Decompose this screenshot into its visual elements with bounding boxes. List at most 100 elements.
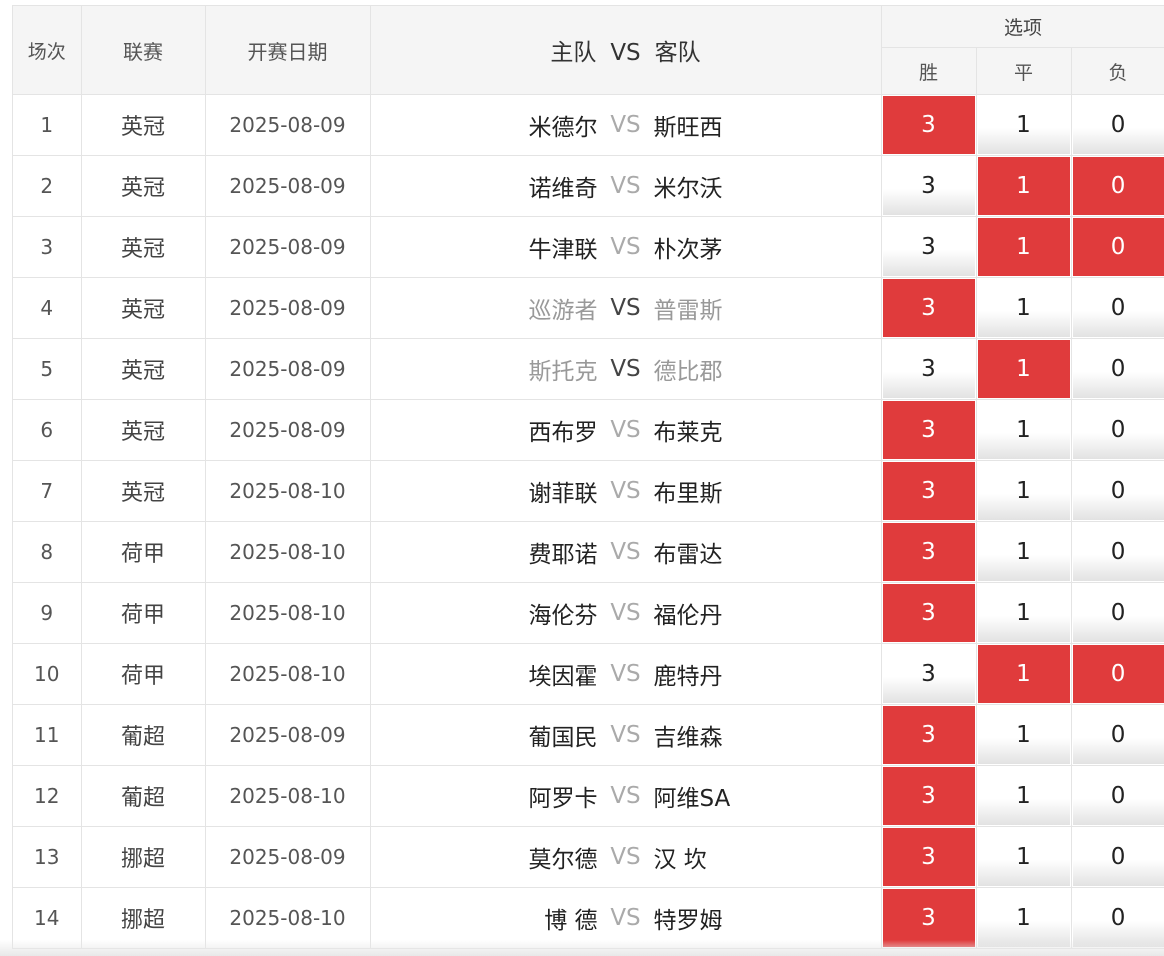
option-win-button[interactable]: 3 — [882, 218, 975, 276]
option-draw-button[interactable]: 1 — [977, 584, 1070, 642]
option-loss-button[interactable]: 0 — [1072, 96, 1164, 154]
table-row: 7 英冠 2025-08-10 谢菲联 VS 布里斯 3 1 0 — [13, 460, 1164, 522]
option-win-button[interactable]: 3 — [882, 462, 975, 520]
option-loss-button[interactable]: 0 — [1072, 584, 1164, 642]
row-date: 2025-08-10 — [205, 765, 371, 827]
option-draw-button[interactable]: 1 — [977, 462, 1070, 520]
away-team: 斯旺西 — [653, 115, 723, 141]
option-cell-win: 3 — [881, 338, 977, 400]
option-draw-button[interactable]: 1 — [977, 157, 1070, 215]
row-index: 2 — [13, 155, 82, 217]
option-loss-button[interactable]: 0 — [1072, 401, 1164, 459]
home-team: 阿罗卡 — [528, 786, 598, 812]
row-match: 莫尔德 VS 汉 坎 — [370, 826, 882, 888]
option-loss-button[interactable]: 0 — [1072, 767, 1164, 825]
option-cell-loss: 0 — [1071, 399, 1164, 461]
header-index: 场次 — [13, 6, 82, 95]
option-loss-button[interactable]: 0 — [1072, 828, 1164, 886]
vs-label: VS — [610, 905, 641, 931]
option-draw-button[interactable]: 1 — [977, 218, 1070, 276]
option-draw-button[interactable]: 1 — [977, 279, 1070, 337]
option-loss-button[interactable]: 0 — [1072, 279, 1164, 337]
row-date: 2025-08-10 — [205, 582, 371, 644]
option-cell-win: 3 — [881, 582, 977, 644]
row-date: 2025-08-09 — [205, 277, 371, 339]
away-team: 福伦丹 — [653, 603, 723, 629]
row-date: 2025-08-09 — [205, 338, 371, 400]
option-draw-button[interactable]: 1 — [977, 645, 1070, 703]
row-match: 米德尔 VS 斯旺西 — [370, 94, 882, 156]
option-cell-win: 3 — [881, 155, 977, 217]
vs-label: VS — [610, 356, 641, 382]
option-cell-draw: 1 — [976, 277, 1072, 339]
away-team: 布雷达 — [653, 542, 723, 568]
option-loss-button[interactable]: 0 — [1072, 340, 1164, 398]
row-match: 阿罗卡 VS 阿维SA — [370, 765, 882, 827]
option-draw-button[interactable]: 1 — [977, 828, 1070, 886]
option-win-button[interactable]: 3 — [882, 767, 975, 825]
option-cell-loss: 0 — [1071, 826, 1164, 888]
option-loss-button[interactable]: 0 — [1072, 218, 1164, 276]
option-win-button[interactable]: 3 — [882, 828, 975, 886]
option-cell-loss: 0 — [1071, 338, 1164, 400]
option-loss-button[interactable]: 0 — [1072, 645, 1164, 703]
option-draw-button[interactable]: 1 — [977, 523, 1070, 581]
row-league: 英冠 — [81, 338, 206, 400]
option-loss-button[interactable]: 0 — [1072, 462, 1164, 520]
table-body: 1 英冠 2025-08-09 米德尔 VS 斯旺西 3 1 0 2 英冠 2025-08-09 诺维奇… — [13, 94, 1164, 949]
option-cell-win: 3 — [881, 643, 977, 705]
option-draw-button[interactable]: 1 — [977, 889, 1070, 947]
option-win-button[interactable]: 3 — [882, 340, 975, 398]
row-match: 费耶诺 VS 布雷达 — [370, 521, 882, 583]
away-team: 汉 坎 — [653, 847, 707, 873]
scroll-fade — [0, 940, 1164, 956]
table-row: 3 英冠 2025-08-09 牛津联 VS 朴次茅 3 1 0 — [13, 216, 1164, 278]
option-cell-loss: 0 — [1071, 643, 1164, 705]
row-league: 英冠 — [81, 94, 206, 156]
vs-label: VS — [610, 661, 641, 687]
row-index: 8 — [13, 521, 82, 583]
row-match: 西布罗 VS 布莱克 — [370, 399, 882, 461]
option-draw-button[interactable]: 1 — [977, 96, 1070, 154]
row-league: 挪超 — [81, 826, 206, 888]
option-win-button[interactable]: 3 — [882, 279, 975, 337]
table-row: 9 荷甲 2025-08-10 海伦芬 VS 福伦丹 3 1 0 — [13, 582, 1164, 644]
option-cell-win: 3 — [881, 94, 977, 156]
option-win-button[interactable]: 3 — [882, 401, 975, 459]
match-table: 场次 联赛 开赛日期 主队 VS 客队 选项 胜 平 负 1 英冠 2025-08-09… — [13, 6, 1164, 949]
vs-label: VS — [610, 417, 641, 443]
row-index: 4 — [13, 277, 82, 339]
option-win-button[interactable]: 3 — [882, 96, 975, 154]
option-win-button[interactable]: 3 — [882, 523, 975, 581]
option-draw-button[interactable]: 1 — [977, 401, 1070, 459]
option-cell-draw: 1 — [976, 521, 1072, 583]
option-loss-button[interactable]: 0 — [1072, 889, 1164, 947]
match-table-container: 场次 联赛 开赛日期 主队 VS 客队 选项 胜 平 负 1 英冠 2025-08-09… — [12, 5, 1164, 949]
row-match: 埃因霍 VS 鹿特丹 — [370, 643, 882, 705]
row-date: 2025-08-10 — [205, 460, 371, 522]
table-row: 12 葡超 2025-08-10 阿罗卡 VS 阿维SA 3 1 0 — [13, 765, 1164, 827]
option-draw-button[interactable]: 1 — [977, 706, 1070, 764]
option-loss-button[interactable]: 0 — [1072, 523, 1164, 581]
option-win-button[interactable]: 3 — [882, 889, 975, 947]
home-team: 费耶诺 — [528, 542, 598, 568]
header-option-loss: 负 — [1071, 47, 1164, 95]
option-win-button[interactable]: 3 — [882, 584, 975, 642]
row-match: 谢菲联 VS 布里斯 — [370, 460, 882, 522]
option-loss-button[interactable]: 0 — [1072, 706, 1164, 764]
option-win-button[interactable]: 3 — [882, 645, 975, 703]
option-draw-button[interactable]: 1 — [977, 340, 1070, 398]
row-date: 2025-08-09 — [205, 826, 371, 888]
option-cell-win: 3 — [881, 826, 977, 888]
option-cell-win: 3 — [881, 765, 977, 827]
option-cell-draw: 1 — [976, 826, 1072, 888]
option-draw-button[interactable]: 1 — [977, 767, 1070, 825]
away-team: 米尔沃 — [653, 176, 723, 202]
option-win-button[interactable]: 3 — [882, 157, 975, 215]
option-win-button[interactable]: 3 — [882, 706, 975, 764]
row-index: 9 — [13, 582, 82, 644]
option-cell-draw: 1 — [976, 643, 1072, 705]
home-team: 米德尔 — [528, 115, 598, 141]
option-loss-button[interactable]: 0 — [1072, 157, 1164, 215]
option-cell-draw: 1 — [976, 155, 1072, 217]
